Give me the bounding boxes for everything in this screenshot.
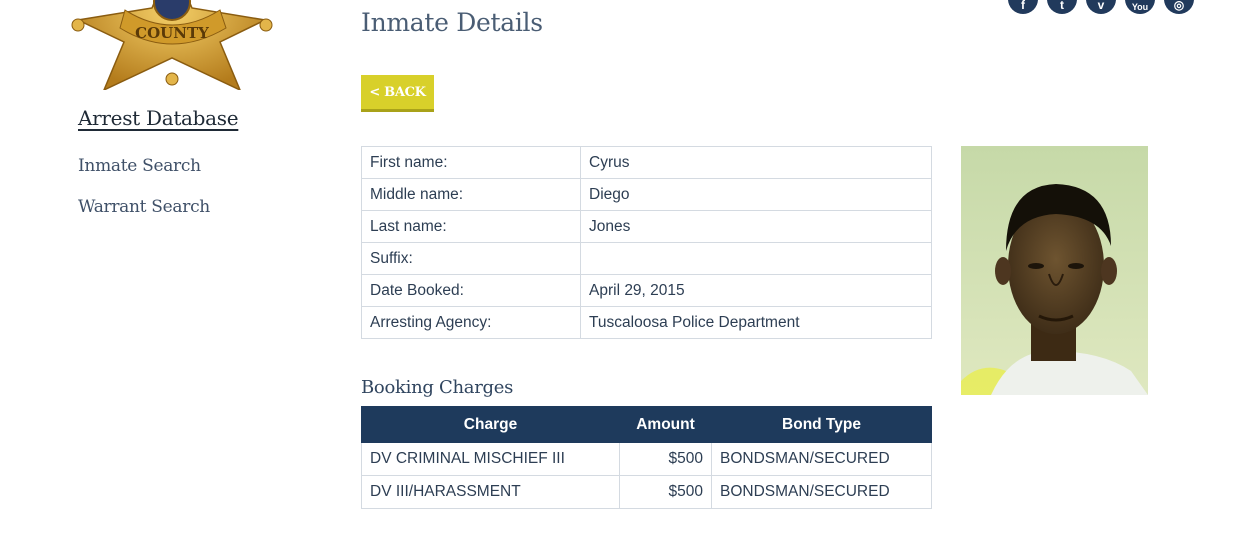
amount-cell: $500 — [619, 442, 712, 476]
booking-charges-table: Charge Amount Bond Type DV CRIMINAL MISC… — [361, 406, 932, 509]
table-row: DV III/HARASSMENT $500 BONDSMAN/SECURED — [361, 475, 932, 509]
detail-value: Diego — [580, 178, 932, 211]
detail-label: Suffix: — [361, 242, 581, 275]
sidebar-link-warrant-search[interactable]: Warrant Search — [78, 197, 210, 217]
detail-label: Middle name: — [361, 178, 581, 211]
page-title: Inmate Details — [361, 8, 543, 37]
bond-type-cell: BONDSMAN/SECURED — [711, 442, 932, 476]
detail-label: First name: — [361, 146, 581, 179]
charge-cell: DV CRIMINAL MISCHIEF III — [361, 442, 620, 476]
table-row: Arresting Agency: Tuscaloosa Police Depa… — [361, 306, 932, 339]
table-row: Date Booked: April 29, 2015 — [361, 274, 932, 307]
column-header-bond-type: Bond Type — [711, 406, 932, 443]
table-header-row: Charge Amount Bond Type — [361, 406, 932, 443]
booking-charges-title: Booking Charges — [361, 377, 514, 398]
charge-cell: DV III/HARASSMENT — [361, 475, 620, 509]
amount-cell: $500 — [619, 475, 712, 509]
instagram-icon[interactable]: ◎ — [1164, 0, 1194, 14]
detail-value: Cyrus — [580, 146, 932, 179]
badge-text: COUNTY — [135, 24, 209, 42]
social-icons: f t v You ◎ — [1008, 0, 1194, 14]
detail-value: April 29, 2015 — [580, 274, 932, 307]
twitter-icon[interactable]: t — [1047, 0, 1077, 14]
table-row: DV CRIMINAL MISCHIEF III $500 BONDSMAN/S… — [361, 442, 932, 476]
detail-value: Jones — [580, 210, 932, 243]
table-row: Middle name: Diego — [361, 178, 932, 211]
detail-label: Date Booked: — [361, 274, 581, 307]
detail-value: Tuscaloosa Police Department — [580, 306, 932, 339]
sheriff-badge-logo: COUNTY — [71, 0, 273, 90]
vimeo-icon[interactable]: v — [1086, 0, 1116, 14]
table-row: Last name: Jones — [361, 210, 932, 243]
column-header-amount: Amount — [619, 406, 712, 443]
youtube-icon[interactable]: You — [1125, 0, 1155, 14]
column-header-charge: Charge — [361, 406, 620, 443]
detail-label: Last name: — [361, 210, 581, 243]
sidebar-title-arrest-database[interactable]: Arrest Database — [78, 106, 239, 130]
back-button[interactable]: < BACK — [361, 75, 434, 112]
detail-label: Arresting Agency: — [361, 306, 581, 339]
detail-value — [580, 242, 932, 275]
inmate-photo — [961, 146, 1148, 395]
table-row: Suffix: — [361, 242, 932, 275]
table-row: First name: Cyrus — [361, 146, 932, 179]
bond-type-cell: BONDSMAN/SECURED — [711, 475, 932, 509]
sidebar-link-inmate-search[interactable]: Inmate Search — [78, 156, 201, 176]
inmate-details-table: First name: Cyrus Middle name: Diego Las… — [361, 146, 932, 339]
facebook-icon[interactable]: f — [1008, 0, 1038, 14]
